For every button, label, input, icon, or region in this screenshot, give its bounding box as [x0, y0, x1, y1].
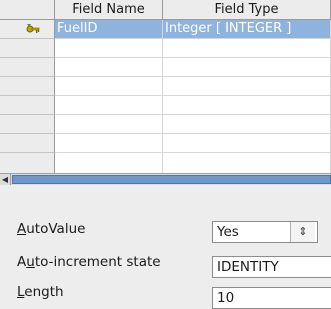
empty-cell[interactable]: [55, 58, 163, 77]
empty-cell[interactable]: [163, 134, 331, 153]
empty-cell[interactable]: [163, 77, 331, 96]
horizontal-scrollbar[interactable]: ◀: [0, 173, 331, 185]
field-grid: Field Name Field Type FuelID Integer [ I…: [0, 0, 331, 173]
empty-cell[interactable]: [55, 115, 163, 134]
row-header-4[interactable]: [0, 77, 55, 96]
scrollbar-thumb[interactable]: [12, 175, 331, 184]
empty-cell[interactable]: [163, 58, 331, 77]
empty-cell[interactable]: [55, 39, 163, 58]
row-header-2[interactable]: [0, 39, 55, 58]
column-header-field-name[interactable]: Field Name: [55, 0, 163, 20]
autovalue-label: AutoValue: [17, 221, 86, 237]
length-label: Length: [17, 284, 64, 300]
key-icon: [26, 24, 40, 33]
empty-cell[interactable]: [163, 39, 331, 58]
row-header-1[interactable]: [0, 20, 55, 39]
empty-cell[interactable]: [163, 153, 331, 173]
empty-cell[interactable]: [163, 115, 331, 134]
cell-field-type[interactable]: Integer [ INTEGER ]: [163, 20, 331, 39]
column-header-field-type[interactable]: Field Type: [163, 0, 331, 20]
autoincrement-label: Auto-increment state: [17, 254, 161, 270]
autoincrement-input[interactable]: IDENTITY: [212, 256, 331, 278]
empty-cell[interactable]: [55, 153, 163, 173]
empty-cell[interactable]: [55, 77, 163, 96]
cell-field-name[interactable]: FuelID: [55, 20, 163, 39]
empty-cell[interactable]: [55, 96, 163, 115]
empty-cell[interactable]: [163, 96, 331, 115]
row-header-3[interactable]: [0, 58, 55, 77]
spin-updown-icon[interactable]: ⇕: [290, 222, 315, 242]
empty-cell[interactable]: [55, 134, 163, 153]
grid-corner: [0, 0, 55, 20]
row-header-8[interactable]: [0, 153, 55, 173]
scroll-left-icon[interactable]: ◀: [0, 174, 11, 185]
row-header-6[interactable]: [0, 115, 55, 134]
length-input[interactable]: 10: [212, 287, 331, 309]
row-header-5[interactable]: [0, 96, 55, 115]
row-header-7[interactable]: [0, 134, 55, 153]
